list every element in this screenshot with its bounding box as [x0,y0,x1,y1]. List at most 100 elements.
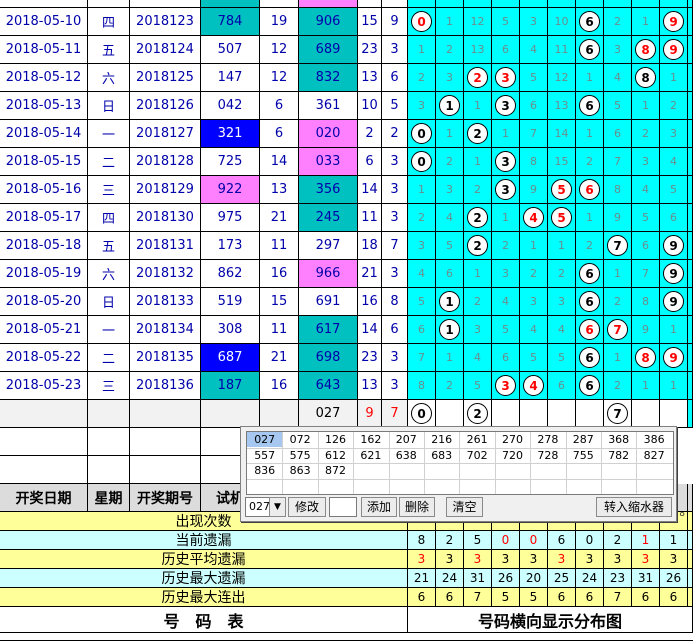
test-number-option[interactable]: 702 [459,448,494,463]
dist-cell: 1 [464,148,492,176]
stat-value-cell: 6 [548,531,576,550]
test-number-option[interactable]: 612 [318,448,353,463]
stat-value: 3 [529,552,538,566]
row-week: 三 [101,184,115,199]
test-number-option[interactable]: 728 [530,448,565,463]
test-number-option[interactable]: 557 [247,448,282,463]
miss-count: 5 [446,239,453,252]
dist-cell: 6 [660,204,688,232]
test-number-option[interactable]: 368 [601,432,636,447]
test-number-option[interactable]: 575 [282,448,317,463]
dist-cell: 5 [520,344,548,372]
current-row-cell [130,400,201,428]
test-number-option[interactable]: 720 [495,448,530,463]
test-number-option[interactable]: 872 [318,463,353,478]
hit-number-marker: 3 [495,179,516,200]
test-number-option[interactable]: 755 [566,448,601,463]
clear-button[interactable]: 清空 [446,497,483,517]
row-week: 日 [101,296,115,311]
dist-cell: 6 [576,8,604,36]
row-test: 784 [217,14,243,29]
row-date-cell: 2018-05-16 [0,176,88,204]
dist-cell: 9 [604,204,632,232]
row-partial-cell [660,0,688,8]
test-number-list[interactable]: 027 072 126 162 207 216 261 270 278 287 368 386 557 5… [246,431,674,495]
test-number-option[interactable]: 287 [566,432,601,447]
row-draw: 691 [315,294,341,309]
dist-cell: 6 [576,288,604,316]
delete-button[interactable]: 删除 [399,497,435,517]
transfer-to-reducer-button[interactable]: 转入缩水器 [596,497,672,517]
modify-button[interactable]: 修改 [288,497,326,517]
dist-cell: 1 [436,8,464,36]
hit-number-marker: 2 [467,207,488,228]
row-span: 3 [390,210,399,225]
row-sum1-cell: 15 [260,288,299,316]
dist-cell: 6 [492,344,520,372]
miss-count: 1 [502,211,509,224]
row-sum2: 23 [361,42,378,57]
miss-count: 5 [502,15,509,28]
dist-cell: 3 [520,8,548,36]
row-sum1-cell: 12 [260,64,299,92]
dist-cell: 1 [576,120,604,148]
dist-cell: 5 [660,176,688,204]
test-number-option[interactable]: 782 [601,448,636,463]
row-span: 3 [390,42,399,57]
dist-cell: 5 [548,204,576,232]
test-number-option[interactable]: 126 [318,432,353,447]
row-date-cell: 2018-05-18 [0,232,88,260]
test-number-option[interactable]: 278 [530,432,565,447]
miss-count: 8 [418,379,425,392]
current-row-cell: 027 [299,400,358,428]
header-week-label: 星期 [94,490,123,507]
hit-number: 1 [445,294,454,309]
test-number-option[interactable]: 207 [389,432,424,447]
row-date: 2018-05-17 [5,210,82,225]
stat-value-cell: 21 [408,569,436,588]
test-number-option[interactable]: 162 [353,432,388,447]
stat-value-cell: 3 [660,550,688,569]
test-number-option[interactable]: 270 [495,432,530,447]
row-date: 2018-05-21 [5,322,82,337]
row-test: 308 [217,322,243,337]
row-sum1-cell: 13 [260,176,299,204]
miss-count: 2 [474,295,481,308]
row-issue-cell: 2018129 [130,176,201,204]
dist-cell: 3 [408,92,436,120]
stat-value: 6 [445,590,454,604]
test-number-option[interactable]: 621 [353,448,388,463]
test-number-option[interactable]: 216 [424,432,459,447]
hit-number: 9 [669,14,678,29]
test-number-option[interactable]: 027 [247,432,283,447]
stat-value-cell: 5 [464,531,492,550]
test-number-option[interactable]: 261 [459,432,494,447]
row-sum2-cell: 13 [358,372,382,400]
dist-cell: 2 [604,8,632,36]
footer-left: 号 码 表 [0,607,408,633]
test-number-option[interactable]: 683 [424,448,459,463]
row-draw: 698 [315,350,341,365]
row-date-cell: 2018-05-15 [0,148,88,176]
test-number-option[interactable]: 072 [282,432,317,447]
header-week: 星期 [88,484,130,512]
dropdown-arrow-icon[interactable]: ▼ [269,497,286,517]
add-button[interactable]: 添加 [361,497,397,517]
miss-count: 1 [558,239,565,252]
dist-edge-cell [688,316,693,344]
test-number-option[interactable]: 863 [282,463,317,478]
row-issue: 2018123 [136,14,194,29]
stat-value: 21 [413,571,430,585]
row-partial-cell [548,0,576,8]
row-sum1: 21 [270,350,288,365]
test-number-option[interactable]: 638 [389,448,424,463]
test-number-option[interactable]: 827 [636,448,671,463]
test-number-popup[interactable]: 027 072 126 162 207 216 261 270 278 287 368 386 557 5… [240,426,677,522]
row-draw: 356 [315,182,341,197]
dist-edge-cell [688,372,693,400]
number-input-field[interactable] [329,497,357,517]
miss-count: 3 [502,267,509,280]
miss-count: 13 [470,43,485,56]
test-number-option[interactable]: 836 [247,463,282,478]
test-number-option[interactable]: 386 [636,432,671,447]
